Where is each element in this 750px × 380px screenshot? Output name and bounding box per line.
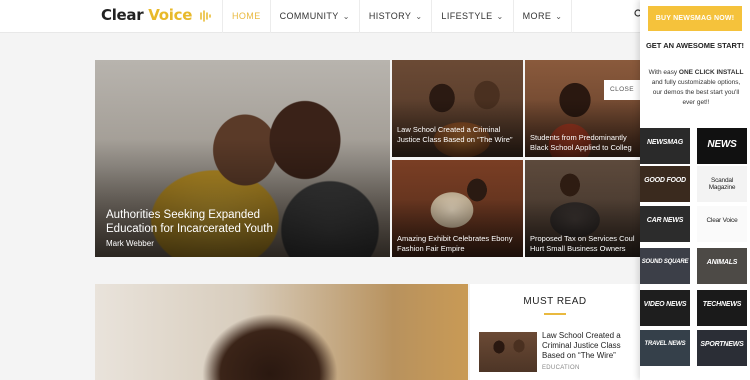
demo-video-news[interactable]: VIDEO NEWS xyxy=(640,290,690,326)
must-read-box: MUST READ Law School Created a Criminal … xyxy=(470,284,640,380)
article-author[interactable]: Mark Webber xyxy=(106,239,154,248)
demo-sport-news[interactable]: SPORTNEWS xyxy=(697,330,747,366)
featured-tile[interactable]: Proposed Tax on Services Coul Hurt Small… xyxy=(525,160,640,257)
demo-animals[interactable]: ANIMALS xyxy=(697,248,747,284)
panel-heading: GET AN AWESOME START! xyxy=(645,41,745,50)
main-menu: HOME COMMUNITY ⌄ HISTORY ⌄ LIFESTYLE ⌄ MORE… xyxy=(222,0,573,33)
demo-travel-news[interactable]: TRAVEL NEWS xyxy=(640,330,690,366)
top-navigation-bar: Clear Voice HOME COMMUNITY ⌄ HISTORY ⌄ LIF… xyxy=(0,0,750,33)
nav-lifestyle[interactable]: LIFESTYLE ⌄ xyxy=(431,0,512,33)
featured-main-article[interactable]: Authorities Seeking Expanded Education f… xyxy=(95,60,390,257)
featured-tile[interactable]: Law School Created a Criminal Justice Cl… xyxy=(392,60,523,157)
buy-newsmag-button[interactable]: BUY NEWSMAG NOW! xyxy=(648,6,742,31)
must-read-heading: MUST READ xyxy=(523,296,587,307)
chevron-down-icon: ⌄ xyxy=(555,12,563,21)
close-button[interactable]: CLOSE xyxy=(604,80,640,100)
chevron-down-icon: ⌄ xyxy=(342,12,350,21)
featured-main-title[interactable]: Authorities Seeking Expanded Education f… xyxy=(106,208,306,236)
article-title[interactable]: Amazing Exhibit Celebrates Ebony Fashion… xyxy=(397,234,519,254)
article-hero-image[interactable] xyxy=(95,284,468,380)
nav-community[interactable]: COMMUNITY ⌄ xyxy=(269,0,359,33)
site-logo[interactable]: Clear Voice xyxy=(101,6,212,24)
demo-newsmag[interactable]: NEWSMAG xyxy=(640,128,690,164)
article-thumbnail[interactable] xyxy=(479,332,537,372)
article-title[interactable]: Students from Predominantly Black School… xyxy=(530,133,640,153)
article-image xyxy=(95,284,468,380)
demo-panel: BUY NEWSMAG NOW! GET AN AWESOME START! W… xyxy=(640,0,750,380)
demo-good-food[interactable]: GOOD FOOD xyxy=(640,166,690,202)
featured-tile[interactable]: Amazing Exhibit Celebrates Ebony Fashion… xyxy=(392,160,523,257)
demo-scandal-magazine[interactable]: Scandal Magazine xyxy=(697,166,747,202)
demo-car-news[interactable]: CAR NEWS xyxy=(640,206,690,242)
nav-more[interactable]: MORE ⌄ xyxy=(512,0,573,33)
article-title[interactable]: Law School Created a Criminal Justice Cl… xyxy=(542,331,642,361)
article-title[interactable]: Proposed Tax on Services Coul Hurt Small… xyxy=(530,234,640,254)
chevron-down-icon: ⌄ xyxy=(496,12,504,21)
demo-clear-voice[interactable]: Clear Voice xyxy=(697,206,747,242)
sound-wave-icon xyxy=(200,10,211,22)
article-title[interactable]: Law School Created a Criminal Justice Cl… xyxy=(397,125,517,145)
panel-description: With easy ONE CLICK INSTALL and fully cu… xyxy=(648,69,744,106)
article-category[interactable]: EDUCATION xyxy=(542,365,580,371)
demo-technews[interactable]: TECHNEWS xyxy=(697,290,747,326)
demo-sound-square[interactable]: SOUND SQUARE xyxy=(640,248,690,284)
nav-history[interactable]: HISTORY ⌄ xyxy=(358,0,432,33)
featured-tile[interactable]: Students from Predominantly Black School… xyxy=(525,60,640,157)
chevron-down-icon: ⌄ xyxy=(415,12,423,21)
nav-home[interactable]: HOME xyxy=(222,0,270,33)
demo-news[interactable]: NEWS xyxy=(697,128,747,164)
